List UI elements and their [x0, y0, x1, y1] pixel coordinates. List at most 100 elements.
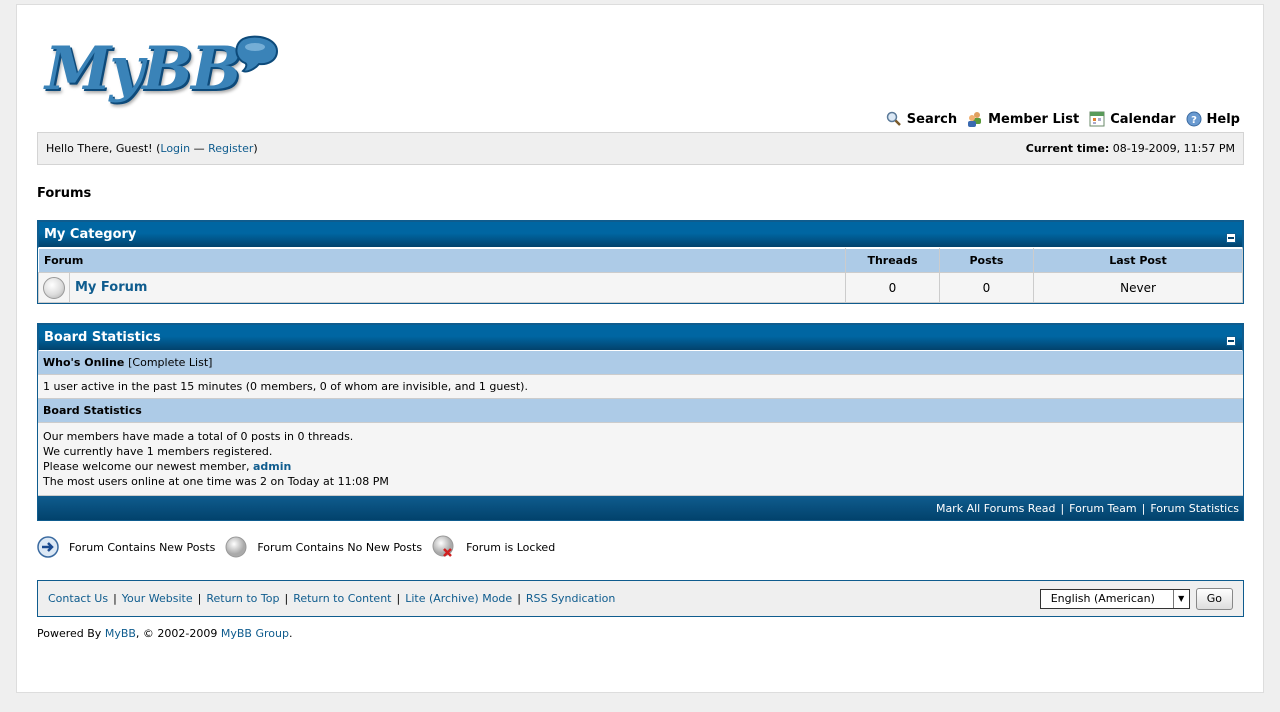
table-row: My Forum 0 0 Never — [38, 272, 1243, 303]
forums-table: Forum Threads Posts Last Post My Forum 0… — [38, 248, 1243, 303]
forums-header-row: Forum Threads Posts Last Post — [38, 248, 1243, 273]
svg-text:?: ? — [1191, 115, 1197, 126]
legend-locked: Forum is Locked — [432, 535, 555, 559]
stats-line-3-prefix: Please welcome our newest member, — [43, 460, 253, 473]
col-posts: Posts — [939, 248, 1034, 273]
forum-statistics-link[interactable]: Forum Statistics — [1150, 502, 1239, 515]
login-link[interactable]: Login — [160, 142, 190, 155]
board-stats-footer: Mark All Forums Read | Forum Team | Foru… — [38, 496, 1243, 520]
collapse-icon[interactable] — [1226, 335, 1236, 346]
mark-all-read-link[interactable]: Mark All Forums Read — [936, 502, 1056, 515]
rss-syndication-link[interactable]: RSS Syndication — [526, 592, 615, 605]
separator: | — [113, 592, 117, 605]
newest-member-link[interactable]: admin — [253, 460, 291, 473]
return-to-top-link[interactable]: Return to Top — [206, 592, 279, 605]
forum-name-cell: My Forum — [69, 272, 846, 303]
page-container: MyBB Search Member List Calendar ? Help — [16, 4, 1264, 693]
welcome-bar: Hello There, Guest! (Login — Register) C… — [37, 132, 1244, 165]
forum-threads: 0 — [845, 272, 940, 303]
separator: | — [1060, 501, 1065, 515]
current-time-label: Current time: — [1025, 142, 1110, 155]
forum-team-link[interactable]: Forum Team — [1069, 502, 1136, 515]
page-title: Forums — [37, 186, 92, 201]
menu-calendar[interactable]: Calendar — [1089, 111, 1176, 127]
board-stats-label: Board Statistics — [43, 404, 142, 417]
col-forum: Forum — [38, 248, 846, 273]
welcome-suffix: ) — [253, 142, 258, 155]
speech-bubble-icon — [235, 35, 279, 73]
col-threads: Threads — [845, 248, 940, 273]
category-title[interactable]: My Category — [44, 227, 136, 242]
powered-middle: , © 2002-2009 — [135, 627, 221, 640]
board-stats-table: Board Statistics Who's Online [Complete … — [37, 323, 1244, 521]
new-posts-icon — [37, 536, 59, 558]
stats-line-1: Our members have made a total of 0 posts… — [43, 430, 354, 443]
col-last-post: Last Post — [1033, 248, 1243, 273]
menu-help[interactable]: ? Help — [1186, 111, 1240, 127]
menu-member-list[interactable]: Member List — [967, 111, 1079, 127]
language-selected: English (American) — [1050, 592, 1155, 605]
category-table: My Category Forum Threads Posts Last Pos… — [37, 220, 1244, 304]
separator: | — [1141, 501, 1146, 515]
online-text: 1 user active in the past 15 minutes (0 … — [43, 380, 528, 393]
complete-list-link[interactable]: [Complete List] — [128, 356, 212, 369]
powered-suffix: . — [288, 627, 293, 640]
stats-line-2: We currently have 1 members registered. — [43, 445, 273, 458]
help-icon: ? — [1186, 111, 1202, 127]
welcome-text: Hello There, Guest! (Login — Register) — [46, 142, 258, 155]
whos-online-label: Who's Online — [43, 356, 125, 369]
lite-mode-link[interactable]: Lite (Archive) Mode — [405, 592, 512, 605]
forum-last-post: Never — [1033, 272, 1243, 303]
mybb-group-link[interactable]: MyBB Group — [221, 627, 289, 640]
online-text-row: 1 user active in the past 15 minutes (0 … — [38, 375, 1243, 399]
menu-calendar-label: Calendar — [1110, 111, 1176, 127]
contact-us-link[interactable]: Contact Us — [48, 592, 108, 605]
current-time-value: 08-19-2009, 11:57 PM — [1112, 142, 1235, 155]
legend-new-posts: Forum Contains New Posts — [37, 536, 215, 558]
go-button[interactable]: Go — [1195, 587, 1233, 610]
mybb-link[interactable]: MyBB — [105, 627, 136, 640]
board-stats-label-row: Board Statistics — [38, 399, 1243, 423]
menu-member-list-label: Member List — [988, 111, 1080, 127]
register-link[interactable]: Register — [208, 142, 253, 155]
board-stats-header: Board Statistics — [38, 324, 1243, 351]
powered-prefix: Powered By — [37, 627, 105, 640]
category-header: My Category — [38, 221, 1243, 248]
menu-search[interactable]: Search — [886, 111, 957, 127]
legend: Forum Contains New Posts Forum Contains … — [37, 535, 565, 559]
member-list-icon — [968, 112, 982, 127]
separator: | — [396, 592, 401, 605]
menu-help-label: Help — [1206, 111, 1240, 127]
forum-status-cell — [38, 272, 70, 303]
your-website-link[interactable]: Your Website — [122, 592, 193, 605]
current-time: Current time: 08-19-2009, 11:57 PM — [1026, 142, 1235, 155]
chevron-down-icon: ▼ — [1172, 589, 1189, 608]
separator: | — [517, 592, 521, 605]
welcome-prefix: Hello There, Guest! ( — [46, 142, 161, 155]
separator: | — [197, 592, 202, 605]
no-new-posts-icon — [225, 536, 247, 558]
forum-posts: 0 — [939, 272, 1034, 303]
logo-text: MyBB — [45, 34, 242, 104]
calendar-icon — [1089, 111, 1105, 127]
return-to-content-link[interactable]: Return to Content — [293, 592, 391, 605]
search-icon — [886, 111, 901, 126]
stats-line-3: Please welcome our newest member, admin — [43, 459, 1238, 474]
legend-new-posts-label: Forum Contains New Posts — [69, 540, 216, 554]
whos-online-row: Who's Online [Complete List] — [38, 351, 1243, 375]
menu-search-label: Search — [906, 111, 958, 127]
locked-icon — [432, 535, 454, 557]
legend-no-new-posts-label: Forum Contains No New Posts — [257, 540, 423, 554]
footer-links: Contact Us | Your Website | Return to Top | Re… — [48, 592, 615, 605]
top-menu: Search Member List Calendar ? Help — [886, 111, 1240, 127]
mybb-logo[interactable]: MyBB — [45, 31, 285, 107]
language-select[interactable]: English (American) ▼ — [1039, 588, 1190, 609]
stats-line-4: The most users online at one time was 2 … — [43, 475, 389, 488]
welcome-dash: — — [190, 142, 209, 155]
forum-link[interactable]: My Forum — [75, 280, 147, 295]
legend-locked-label: Forum is Locked — [466, 540, 556, 554]
collapse-icon[interactable] — [1226, 232, 1236, 243]
bottom-links-bar: Contact Us | Your Website | Return to Top | Re… — [37, 580, 1244, 617]
language-selector: English (American) ▼ Go — [1039, 587, 1233, 610]
board-stats-title: Board Statistics — [44, 330, 161, 345]
